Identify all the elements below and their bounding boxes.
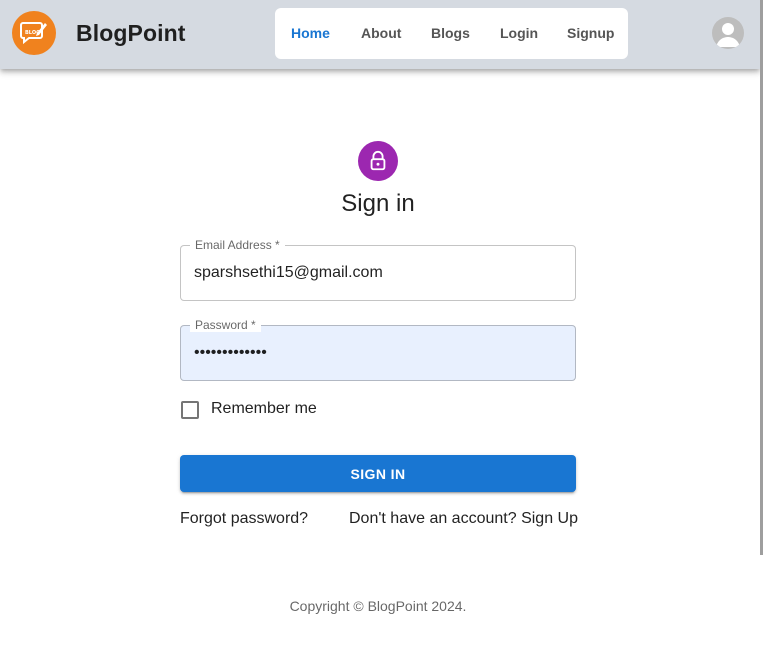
sign-in-button[interactable]: SIGN IN bbox=[180, 455, 576, 492]
nav-signup[interactable]: Signup bbox=[567, 25, 614, 41]
remember-me-checkbox[interactable] bbox=[181, 401, 199, 419]
nav-menu: Home About Blogs Login Signup bbox=[275, 8, 628, 59]
remember-me-label[interactable]: Remember me bbox=[211, 400, 317, 418]
password-label: Password * bbox=[190, 318, 261, 332]
lock-icon bbox=[370, 150, 386, 171]
lock-avatar bbox=[358, 141, 398, 181]
password-field[interactable]: Password * bbox=[180, 318, 576, 381]
page-title: Sign in bbox=[341, 190, 415, 217]
email-field[interactable]: Email Address * bbox=[180, 238, 576, 301]
sign-up-link[interactable]: Don't have an account? Sign Up bbox=[349, 510, 578, 528]
copyright-text: Copyright © BlogPoint 2024. bbox=[289, 598, 467, 614]
email-label: Email Address * bbox=[190, 238, 285, 252]
nav-blogs[interactable]: Blogs bbox=[431, 25, 470, 41]
blog-logo-icon[interactable]: BLOG bbox=[12, 11, 56, 55]
user-avatar[interactable] bbox=[712, 17, 744, 49]
nav-home[interactable]: Home bbox=[291, 25, 330, 41]
brand-name[interactable]: BlogPoint bbox=[76, 20, 186, 47]
password-input[interactable] bbox=[181, 326, 575, 380]
nav-about[interactable]: About bbox=[361, 25, 401, 41]
email-input[interactable] bbox=[181, 246, 575, 300]
forgot-password-link[interactable]: Forgot password? bbox=[180, 510, 308, 528]
app-bar: BLOG BlogPoint Home About Blogs Login Si… bbox=[0, 0, 760, 69]
person-icon bbox=[716, 23, 740, 47]
nav-login[interactable]: Login bbox=[500, 25, 538, 41]
